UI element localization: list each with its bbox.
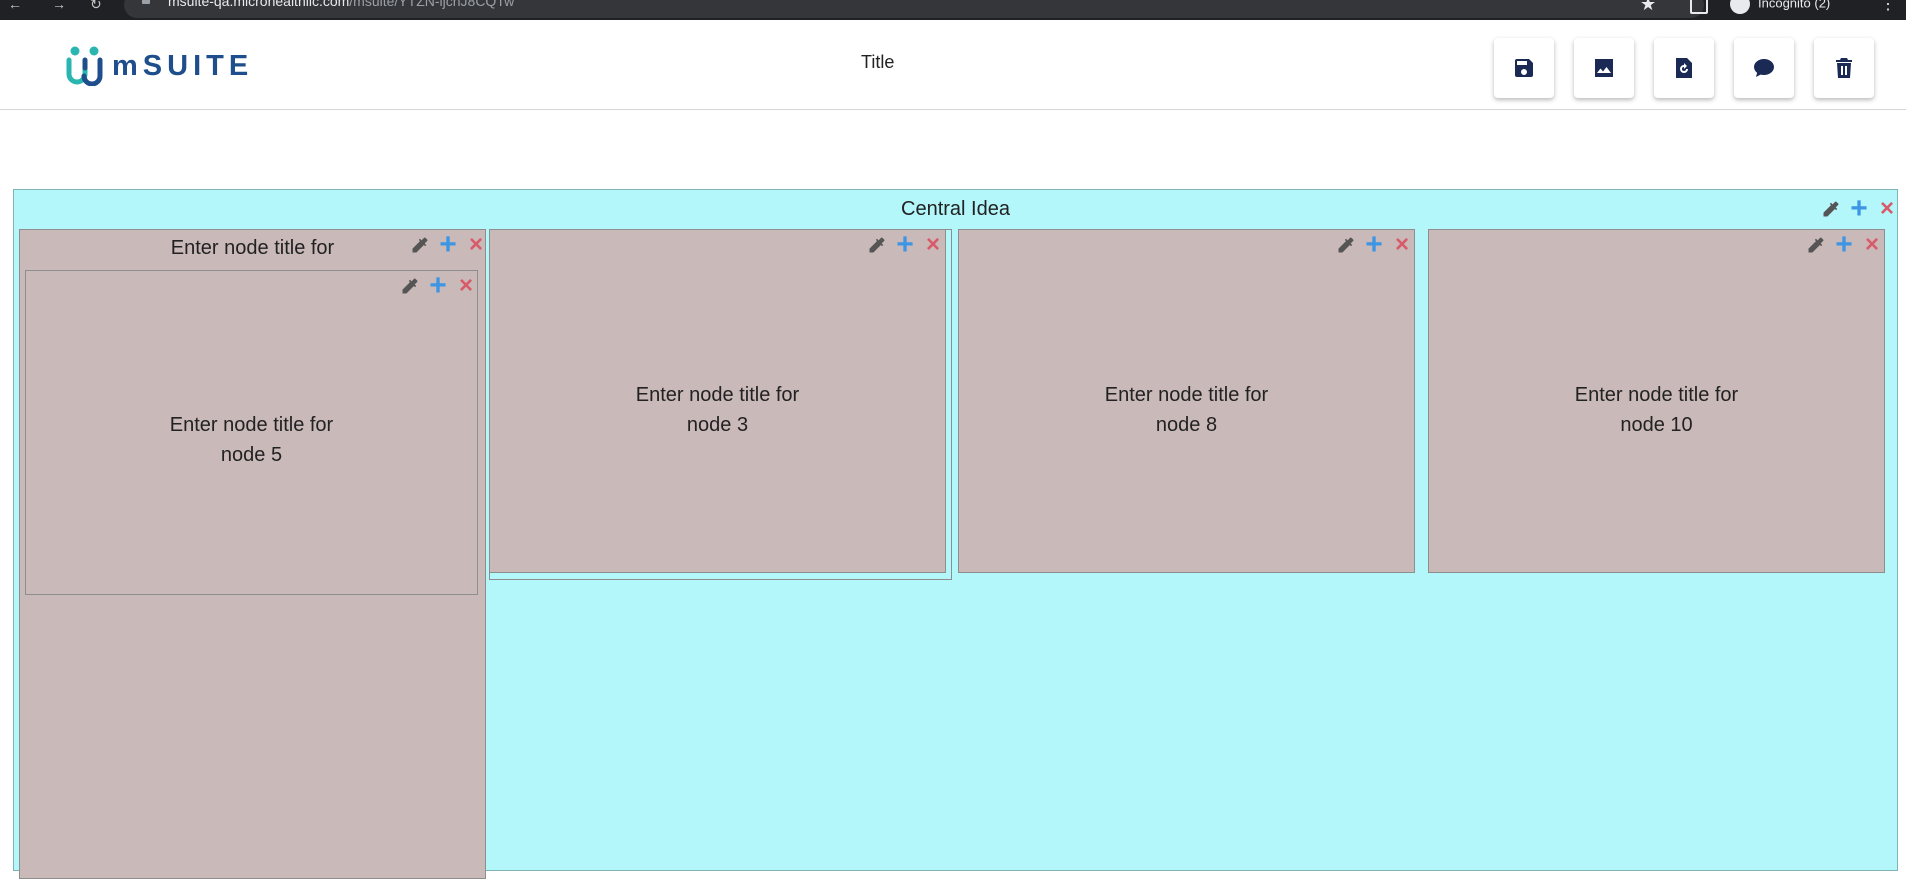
node-5-title-line-2[interactable]: node 5 [26, 440, 477, 470]
app-header: mSUITE Title [0, 20, 1906, 110]
comment-button[interactable] [1734, 38, 1794, 98]
eyedropper-icon[interactable] [1805, 234, 1827, 256]
node-8-title-line-2[interactable]: node 8 [959, 410, 1414, 440]
root-node-title[interactable]: Central Idea [14, 198, 1897, 221]
incognito-indicator[interactable]: Incognito (2) [1730, 0, 1830, 14]
plus-icon[interactable]: + [894, 230, 916, 260]
eyedropper-icon[interactable] [866, 234, 888, 256]
logo[interactable]: mSUITE [66, 46, 254, 87]
logo-icon [66, 46, 104, 87]
close-icon[interactable]: × [1861, 233, 1883, 257]
browser-chrome: ← → ↻ msuite-qa.microhealthllc.com/msuit… [0, 0, 1906, 20]
plus-icon[interactable]: + [1363, 230, 1385, 260]
node-10[interactable]: + × Enter node title for node 10 [1428, 229, 1885, 573]
file-restore-icon [1676, 58, 1692, 78]
node-8-controls: + × [1329, 230, 1413, 260]
image-icon [1595, 59, 1613, 77]
node-5-title-line-1[interactable]: Enter node title for [26, 410, 477, 440]
eyedropper-icon[interactable] [1820, 198, 1842, 220]
plus-icon[interactable]: + [427, 271, 449, 301]
close-icon[interactable]: × [1876, 197, 1898, 221]
browser-menu-icon[interactable]: ⋮ [1880, 0, 1896, 14]
lock-icon [142, 0, 150, 4]
reload-icon[interactable]: ↻ [90, 0, 102, 20]
url-host: msuite-qa.microhealthllc.com [168, 0, 350, 9]
incognito-icon [1730, 0, 1750, 14]
reset-button[interactable] [1654, 38, 1714, 98]
export-image-button[interactable] [1574, 38, 1634, 98]
trash-icon [1836, 58, 1852, 78]
save-button[interactable] [1494, 38, 1554, 98]
url-text: msuite-qa.microhealthllc.com/msuite/YTZN… [168, 0, 514, 9]
close-icon[interactable]: × [1391, 233, 1413, 257]
node-3-title-line-2[interactable]: node 3 [490, 410, 945, 440]
node-8[interactable]: + × Enter node title for node 8 [958, 229, 1415, 573]
url-path: /msuite/YTZN-ljcnJ8CQTw [349, 0, 515, 9]
node-10-controls: + × [1799, 230, 1883, 260]
address-bar[interactable]: msuite-qa.microhealthllc.com/msuite/YTZN… [124, 0, 1704, 18]
node-3-title-line-1[interactable]: Enter node title for [490, 380, 945, 410]
node-10-title-line-1[interactable]: Enter node title for [1429, 380, 1884, 410]
plus-icon[interactable]: + [437, 230, 459, 260]
eyedropper-icon[interactable] [1335, 234, 1357, 256]
root-node-controls: + × [1814, 194, 1898, 224]
page-title[interactable]: Title [861, 52, 894, 73]
close-icon[interactable]: × [922, 233, 944, 257]
delete-button[interactable] [1814, 38, 1874, 98]
back-icon[interactable]: ← [8, 0, 22, 20]
plus-icon[interactable]: + [1848, 194, 1870, 224]
forward-icon[interactable]: → [52, 0, 66, 20]
node-10-title-line-2[interactable]: node 10 [1429, 410, 1884, 440]
node-5[interactable]: + × Enter node title for node 5 [25, 270, 478, 595]
save-icon [1515, 59, 1533, 77]
node-8-title-line-1[interactable]: Enter node title for [959, 380, 1414, 410]
eyedropper-icon[interactable] [399, 275, 421, 297]
incognito-label: Incognito (2) [1758, 0, 1831, 11]
plus-icon[interactable]: + [1833, 230, 1855, 260]
close-icon[interactable]: × [455, 274, 477, 298]
node-3-controls: + × [860, 230, 944, 260]
node-5-controls: + × [393, 271, 477, 301]
extensions-icon[interactable] [1690, 0, 1708, 14]
logo-text: mSUITE [112, 49, 254, 82]
node-1[interactable]: Enter node title for + × + × Enter node … [19, 229, 486, 879]
comment-icon [1754, 59, 1774, 77]
close-icon[interactable]: × [465, 233, 487, 257]
node-1-controls: + × [403, 230, 487, 260]
node-3[interactable]: + × Enter node title for node 3 [489, 229, 946, 573]
mindmap-canvas[interactable]: Central Idea + × Enter node title for + … [13, 189, 1898, 879]
bookmark-star-icon[interactable]: ★ [1640, 0, 1656, 15]
eyedropper-icon[interactable] [409, 234, 431, 256]
